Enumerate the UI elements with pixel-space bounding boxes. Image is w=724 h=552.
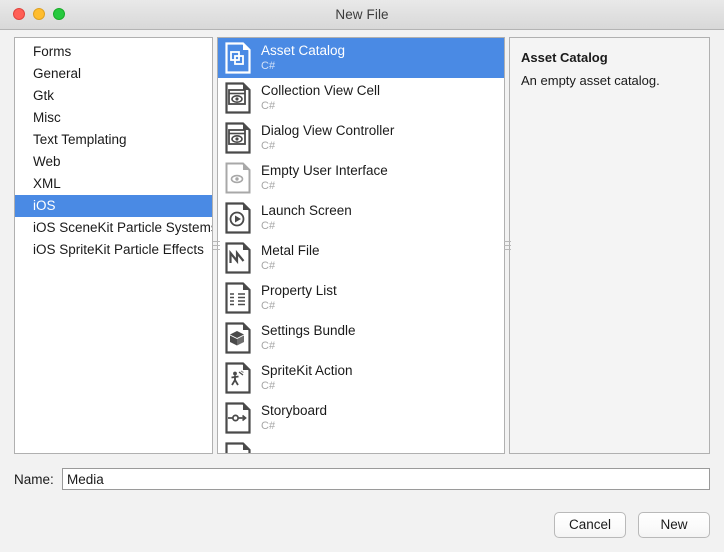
template-item-empty-user-interface[interactable]: Empty User Interface C#: [218, 158, 504, 198]
category-item-ios[interactable]: iOS: [15, 195, 212, 217]
asset-catalog-icon: [225, 42, 251, 74]
template-item-language: C#: [261, 419, 276, 432]
template-item-text: Collection View Cell C#: [261, 84, 380, 112]
category-item-misc[interactable]: Misc: [15, 107, 212, 129]
dialog-view-controller-icon: [225, 122, 251, 154]
template-item-name: Settings Bundle: [261, 323, 356, 339]
template-detail-content: Asset Catalog An empty asset catalog.: [510, 38, 709, 90]
cancel-button[interactable]: Cancel: [553, 512, 626, 538]
category-item-label: iOS SceneKit Particle Systems: [33, 220, 213, 235]
category-item-label: Gtk: [33, 88, 55, 103]
category-item-web[interactable]: Web: [15, 151, 212, 173]
template-item-storyboard[interactable]: Storyboard C#: [218, 398, 504, 438]
dialog-content: Forms General Gtk Misc Text Templating W…: [0, 31, 724, 552]
template-item-name: Empty User Interface: [261, 163, 388, 179]
template-item-collection-view-cell[interactable]: Collection View Cell C#: [218, 78, 504, 118]
category-item-forms[interactable]: Forms: [15, 41, 212, 63]
collection-view-cell-icon: [225, 82, 251, 114]
template-item-spritekit-action[interactable]: SpriteKit Action C#: [218, 358, 504, 398]
template-item-name: Launch Screen: [261, 203, 352, 219]
category-list: Forms General Gtk Misc Text Templating W…: [15, 38, 212, 261]
template-item-text: Settings Bundle C#: [261, 324, 356, 352]
template-item-text: Metal File C#: [261, 244, 320, 272]
category-item-label: iOS: [33, 198, 56, 213]
template-item-asset-catalog[interactable]: Asset Catalog C#: [218, 38, 504, 78]
template-item-language: C#: [261, 339, 276, 352]
new-button[interactable]: New: [638, 512, 710, 538]
template-item-text: Empty User Interface C#: [261, 164, 388, 192]
template-item-language: C#: [261, 99, 276, 112]
name-input[interactable]: [62, 468, 710, 490]
template-item-language: C#: [261, 139, 276, 152]
splitter-grip-left[interactable]: [213, 235, 220, 255]
template-item-name: SpriteKit Action: [261, 363, 353, 379]
three-pane-splitview: Forms General Gtk Misc Text Templating W…: [14, 37, 710, 454]
category-item-label: Forms: [33, 44, 72, 59]
template-list-pane[interactable]: Asset Catalog C# Collection View Cell C#…: [217, 37, 505, 454]
template-item-launch-screen[interactable]: Launch Screen C#: [218, 198, 504, 238]
property-list-icon: [225, 282, 251, 314]
name-label: Name:: [14, 471, 54, 487]
template-item-language: C#: [261, 219, 276, 232]
template-item-settings-bundle[interactable]: Settings Bundle C#: [218, 318, 504, 358]
template-item-text: Launch Screen C#: [261, 204, 352, 232]
category-item-text-templating[interactable]: Text Templating: [15, 129, 212, 151]
category-item-general[interactable]: General: [15, 63, 212, 85]
template-list: Asset Catalog C# Collection View Cell C#…: [218, 38, 504, 453]
template-item-text: Dialog View Controller C#: [261, 124, 394, 152]
document-icon: [225, 442, 251, 453]
name-row: Name:: [14, 468, 710, 490]
settings-bundle-icon: [225, 322, 251, 354]
empty-user-interface-icon: [225, 162, 251, 194]
template-item-language: C#: [261, 59, 276, 72]
category-item-label: General: [33, 66, 82, 81]
storyboard-icon: [225, 402, 251, 434]
category-list-pane: Forms General Gtk Misc Text Templating W…: [14, 37, 213, 454]
template-detail-title: Asset Catalog: [521, 50, 608, 65]
template-item-name: Asset Catalog: [261, 43, 346, 59]
category-item-label: Web: [33, 154, 61, 169]
template-item-text: Asset Catalog C#: [261, 44, 345, 72]
category-item-gtk[interactable]: Gtk: [15, 85, 212, 107]
template-item-name: Metal File: [261, 243, 320, 259]
new-file-dialog-window: New File Forms General Gtk Misc Text Tem…: [0, 0, 724, 552]
template-item-dialog-view-controller[interactable]: Dialog View Controller C#: [218, 118, 504, 158]
window-title: New File: [335, 7, 389, 22]
launch-screen-icon: [225, 202, 251, 234]
category-item-label: iOS SpriteKit Particle Effects: [33, 242, 204, 257]
template-detail-description: An empty asset catalog.: [521, 73, 660, 88]
splitter-grip-right[interactable]: [504, 235, 511, 255]
template-item-partial-clipped[interactable]: [218, 438, 504, 453]
template-item-text: SpriteKit Action C#: [261, 364, 353, 392]
template-detail-pane: Asset Catalog An empty asset catalog.: [509, 37, 710, 454]
dialog-button-row: Cancel New: [553, 512, 710, 538]
template-item-name: Dialog View Controller: [261, 123, 395, 139]
category-item-ios-spritekit-particle-effects[interactable]: iOS SpriteKit Particle Effects: [15, 239, 212, 261]
template-item-language: C#: [261, 259, 276, 272]
category-item-label: XML: [33, 176, 61, 191]
category-item-xml[interactable]: XML: [15, 173, 212, 195]
category-item-label: Misc: [33, 110, 61, 125]
window-titlebar: New File: [0, 0, 724, 30]
spritekit-action-icon: [225, 362, 251, 394]
category-item-label: Text Templating: [33, 132, 127, 147]
template-item-text: Storyboard C#: [261, 404, 327, 432]
metal-file-icon: [225, 242, 251, 274]
template-item-language: C#: [261, 299, 276, 312]
template-item-language: C#: [261, 179, 276, 192]
template-item-name: Storyboard: [261, 403, 328, 419]
template-item-property-list[interactable]: Property List C#: [218, 278, 504, 318]
template-item-metal-file[interactable]: Metal File C#: [218, 238, 504, 278]
template-item-name: Property List: [261, 283, 337, 299]
template-item-language: C#: [261, 379, 276, 392]
template-item-text: Property List C#: [261, 284, 337, 312]
template-item-name: Collection View Cell: [261, 83, 381, 99]
category-item-ios-scenekit-particle-systems[interactable]: iOS SceneKit Particle Systems: [15, 217, 212, 239]
